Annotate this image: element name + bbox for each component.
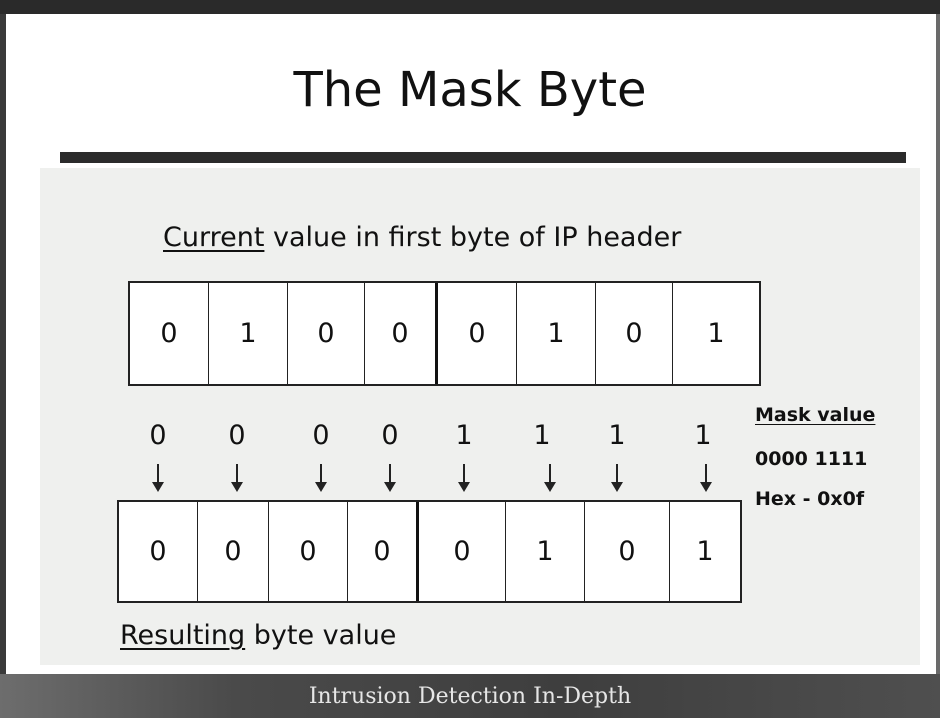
result-label-emphasis: Resulting [120,620,246,651]
result-byte-box: 0 0 0 0 0 1 0 1 [117,500,742,603]
result-value-label: Resulting byte value [120,620,396,651]
mask-bit: 0 [228,420,246,451]
current-bit-cell: 0 [130,283,209,384]
footer-title: Intrusion Detection In-Depth [308,684,632,709]
slide-top-border [0,0,940,14]
result-bit-cell: 0 [198,502,269,601]
current-bit-cell: 1 [517,283,596,384]
current-label-rest: value in first byte of IP header [264,222,682,253]
current-bit-cell: 0 [365,283,438,384]
result-bit-cell: 0 [119,502,198,601]
result-bit-cell: 0 [269,502,348,601]
mask-bit: 1 [608,420,626,451]
slide-title: The Mask Byte [293,62,647,118]
result-bit-cell: 1 [506,502,585,601]
mask-bit: 0 [381,420,399,451]
current-label-emphasis: Current [163,222,265,253]
mask-bit: 0 [312,420,330,451]
mask-binary-value: 0000 1111 [755,448,868,470]
mask-value-heading: Mask value [755,404,876,426]
mask-hex-value: Hex - 0x0f [755,488,865,510]
mask-bit: 1 [694,420,712,451]
mask-bit: 0 [149,420,167,451]
current-bit-cell: 0 [438,283,517,384]
mask-bit: 1 [533,420,551,451]
current-bit-cell: 0 [288,283,365,384]
current-value-label: Current value in first byte of IP header [163,222,681,253]
current-bit-cell: 0 [596,283,673,384]
result-bit-cell: 0 [348,502,419,601]
current-byte-box: 0 1 0 0 0 1 0 1 [128,281,761,386]
result-label-rest: byte value [245,620,397,651]
result-bit-cell: 0 [419,502,506,601]
result-bit-cell: 1 [696,536,714,567]
mask-bit: 1 [455,420,473,451]
current-bit-cell: 1 [707,318,725,349]
result-bit-cell: 0 [585,502,670,601]
current-bit-cell: 1 [209,283,288,384]
title-divider [60,152,906,163]
